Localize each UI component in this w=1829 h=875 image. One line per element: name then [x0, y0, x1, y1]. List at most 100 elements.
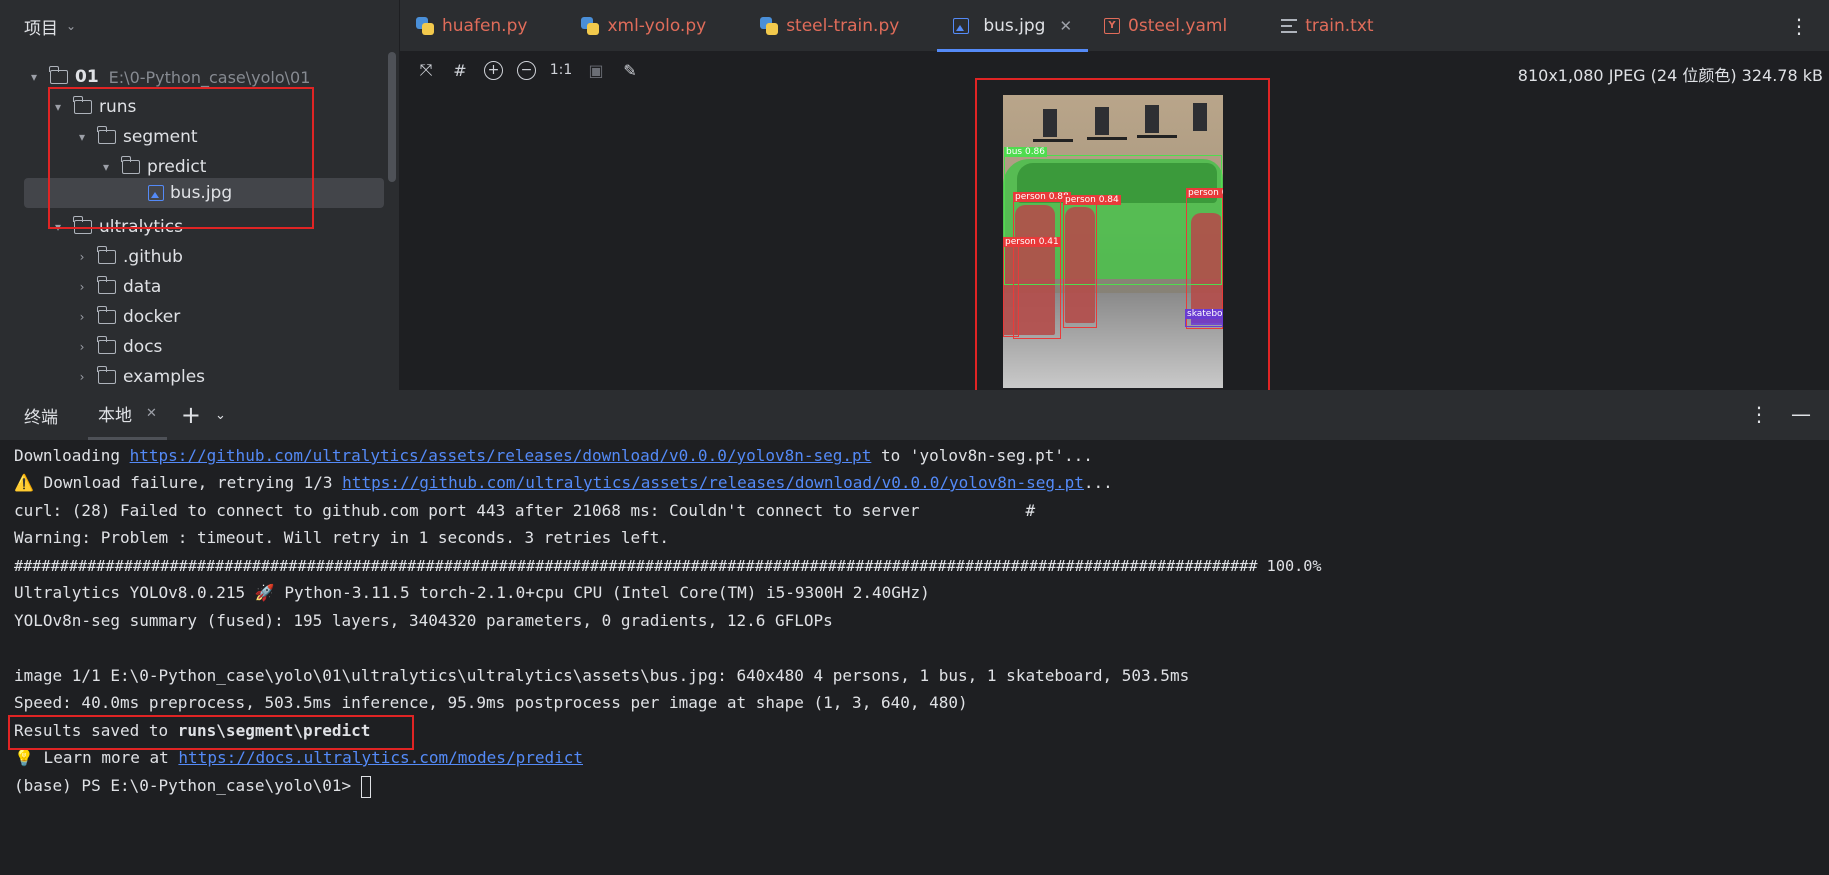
color-picker-icon[interactable]: ✎: [620, 60, 640, 80]
zoom-in-icon[interactable]: +: [484, 60, 503, 80]
chevron-down-icon[interactable]: ▾: [50, 220, 66, 234]
tree-item-label: ultralytics: [99, 217, 183, 237]
download-link[interactable]: https://github.com/ultralytics/assets/re…: [342, 473, 1084, 492]
terminal-line: Downloading https://github.com/ultralyti…: [14, 446, 1093, 465]
more-options-icon[interactable]: ⋮: [1749, 402, 1769, 426]
crop-grid-icon[interactable]: #: [450, 60, 470, 80]
terminal-line: Warning: Problem : timeout. Will retry i…: [14, 528, 670, 547]
docs-link[interactable]: https://docs.ultralytics.com/modes/predi…: [178, 748, 583, 767]
chevron-down-icon[interactable]: ▾: [26, 70, 42, 84]
add-terminal-icon[interactable]: +: [181, 401, 201, 429]
tree-item-github[interactable]: › .github: [74, 242, 183, 272]
tab-label: huafen.py: [442, 15, 528, 36]
terminal-output[interactable]: Downloading https://github.com/ultralyti…: [0, 440, 1829, 875]
detection-label: skateboa: [1185, 309, 1223, 319]
tab-steel-train-py[interactable]: steel-train.py: [744, 0, 915, 52]
close-icon[interactable]: ✕: [146, 406, 157, 421]
tree-item-label: predict: [147, 157, 207, 177]
image-info: 810x1,080 JPEG (24 位颜色) 324.78 kB: [1517, 66, 1823, 85]
editor-tabs: huafen.py xml-yolo.py steel-train.py bus…: [400, 0, 1829, 52]
tab-local-terminal[interactable]: 本地 ✕: [88, 390, 167, 440]
chevron-right-icon[interactable]: ›: [74, 280, 90, 294]
folder-icon: [97, 246, 116, 264]
python-icon: [581, 16, 600, 35]
chevron-down-icon[interactable]: ⌄: [66, 19, 76, 33]
terminal-prompt[interactable]: (base) PS E:\0-Python_case\yolo\01>: [14, 774, 371, 798]
tree-item-label: 01: [75, 67, 99, 87]
tree-item-label: docs: [123, 337, 163, 357]
folder-icon: [97, 366, 116, 384]
tab-label: xml-yolo.py: [607, 15, 707, 36]
zoom-out-icon[interactable]: −: [517, 60, 536, 80]
tree-item-label: .github: [123, 247, 183, 267]
chevron-down-icon[interactable]: ▾: [50, 100, 66, 114]
tab-0steel-yaml[interactable]: Y 0steel.yaml: [1088, 0, 1243, 52]
actual-size-button[interactable]: 1:1: [550, 60, 573, 80]
chevron-down-icon[interactable]: ⌄: [215, 408, 226, 423]
tree-item-runs[interactable]: ▾ runs: [50, 92, 136, 122]
minimize-icon[interactable]: —: [1791, 402, 1811, 426]
folder-icon: [97, 306, 116, 324]
project-panel-header[interactable]: 项目 ⌄: [0, 0, 399, 52]
chevron-right-icon[interactable]: ›: [74, 310, 90, 324]
tree-item-bus-jpg[interactable]: bus.jpg: [24, 178, 384, 208]
detection-label: person 0.84: [1063, 195, 1121, 205]
chevron-right-icon[interactable]: ›: [74, 250, 90, 264]
close-icon[interactable]: ✕: [1059, 17, 1072, 35]
tab-train-txt[interactable]: train.txt: [1265, 0, 1389, 52]
tab-bus-jpg[interactable]: bus.jpg ✕: [937, 0, 1088, 52]
tab-label: steel-train.py: [786, 15, 900, 36]
folder-icon: [97, 126, 116, 144]
fit-screen-icon[interactable]: ⤧: [416, 60, 436, 80]
terminal-actions: ⋮ —: [1749, 402, 1811, 426]
chevron-down-icon[interactable]: ▾: [98, 160, 114, 174]
project-panel: 项目 ⌄ ▾ 01 E:\0-Python_case\yolo\01 ▾ run…: [0, 0, 400, 390]
image-viewer: ⤧ # + − 1:1 ▣ ✎ 810x1,080 JPEG (24 位颜色) …: [400, 52, 1829, 390]
folder-icon: [97, 336, 116, 354]
chevron-right-icon[interactable]: ›: [74, 370, 90, 384]
project-scrollbar[interactable]: [388, 52, 396, 182]
terminal-line: curl: (28) Failed to connect to github.c…: [14, 501, 1036, 520]
python-icon: [416, 16, 434, 35]
tree-item-label: docker: [123, 307, 181, 327]
terminal-line: YOLOv8n-seg summary (fused): 195 layers,…: [14, 611, 833, 630]
python-icon: [760, 16, 779, 35]
tree-item-root[interactable]: ▾ 01 E:\0-Python_case\yolo\01: [26, 62, 310, 92]
detection-label: person 0: [1186, 188, 1223, 198]
text-file-icon: [1281, 18, 1298, 33]
tree-item-label: segment: [123, 127, 198, 147]
detection-box-person: [1063, 202, 1097, 328]
tab-xml-yolo-py[interactable]: xml-yolo.py: [565, 0, 722, 52]
download-link[interactable]: https://github.com/ultralytics/assets/re…: [130, 446, 872, 465]
tree-item-label: runs: [99, 97, 137, 117]
terminal-line: Results saved to runs\segment\predict: [14, 721, 371, 740]
tree-item-ultralytics[interactable]: ▾ ultralytics: [50, 212, 183, 242]
tree-item-docs[interactable]: › docs: [74, 332, 162, 362]
background-icon[interactable]: ▣: [586, 60, 606, 80]
tree-item-label: data: [123, 277, 162, 297]
project-panel-title: 项目: [24, 18, 58, 39]
terminal-cursor: [360, 775, 371, 798]
tab-label: 0steel.yaml: [1128, 15, 1228, 36]
detection-label: bus 0.86: [1004, 147, 1048, 157]
tree-item-path: E:\0-Python_case\yolo\01: [108, 67, 311, 87]
more-options-icon[interactable]: ⋮: [1789, 14, 1809, 38]
yaml-icon: Y: [1104, 17, 1121, 34]
tree-item-segment[interactable]: ▾ segment: [74, 122, 198, 152]
tree-item-docker[interactable]: › docker: [74, 302, 180, 332]
chevron-down-icon[interactable]: ▾: [74, 130, 90, 144]
tab-huafen-py[interactable]: huafen.py: [400, 0, 543, 52]
tree-item-data[interactable]: › data: [74, 272, 161, 302]
warning-icon: ⚠️: [14, 473, 34, 492]
chevron-right-icon[interactable]: ›: [74, 340, 90, 354]
folder-icon: [49, 66, 68, 84]
terminal-line: 💡 Learn more at https://docs.ultralytics…: [14, 748, 583, 767]
folder-icon: [73, 216, 92, 234]
tree-item-examples[interactable]: › examples: [74, 362, 205, 392]
image-icon: [953, 17, 970, 34]
terminal-line: ⚠️ Download failure, retrying 1/3 https:…: [14, 473, 1113, 492]
rocket-icon: 🚀: [254, 583, 275, 602]
terminal-line: image 1/1 E:\0-Python_case\yolo\01\ultra…: [14, 666, 1190, 685]
terminal-tab-label: 本地: [98, 406, 132, 426]
tree-item-label: bus.jpg: [170, 183, 233, 203]
